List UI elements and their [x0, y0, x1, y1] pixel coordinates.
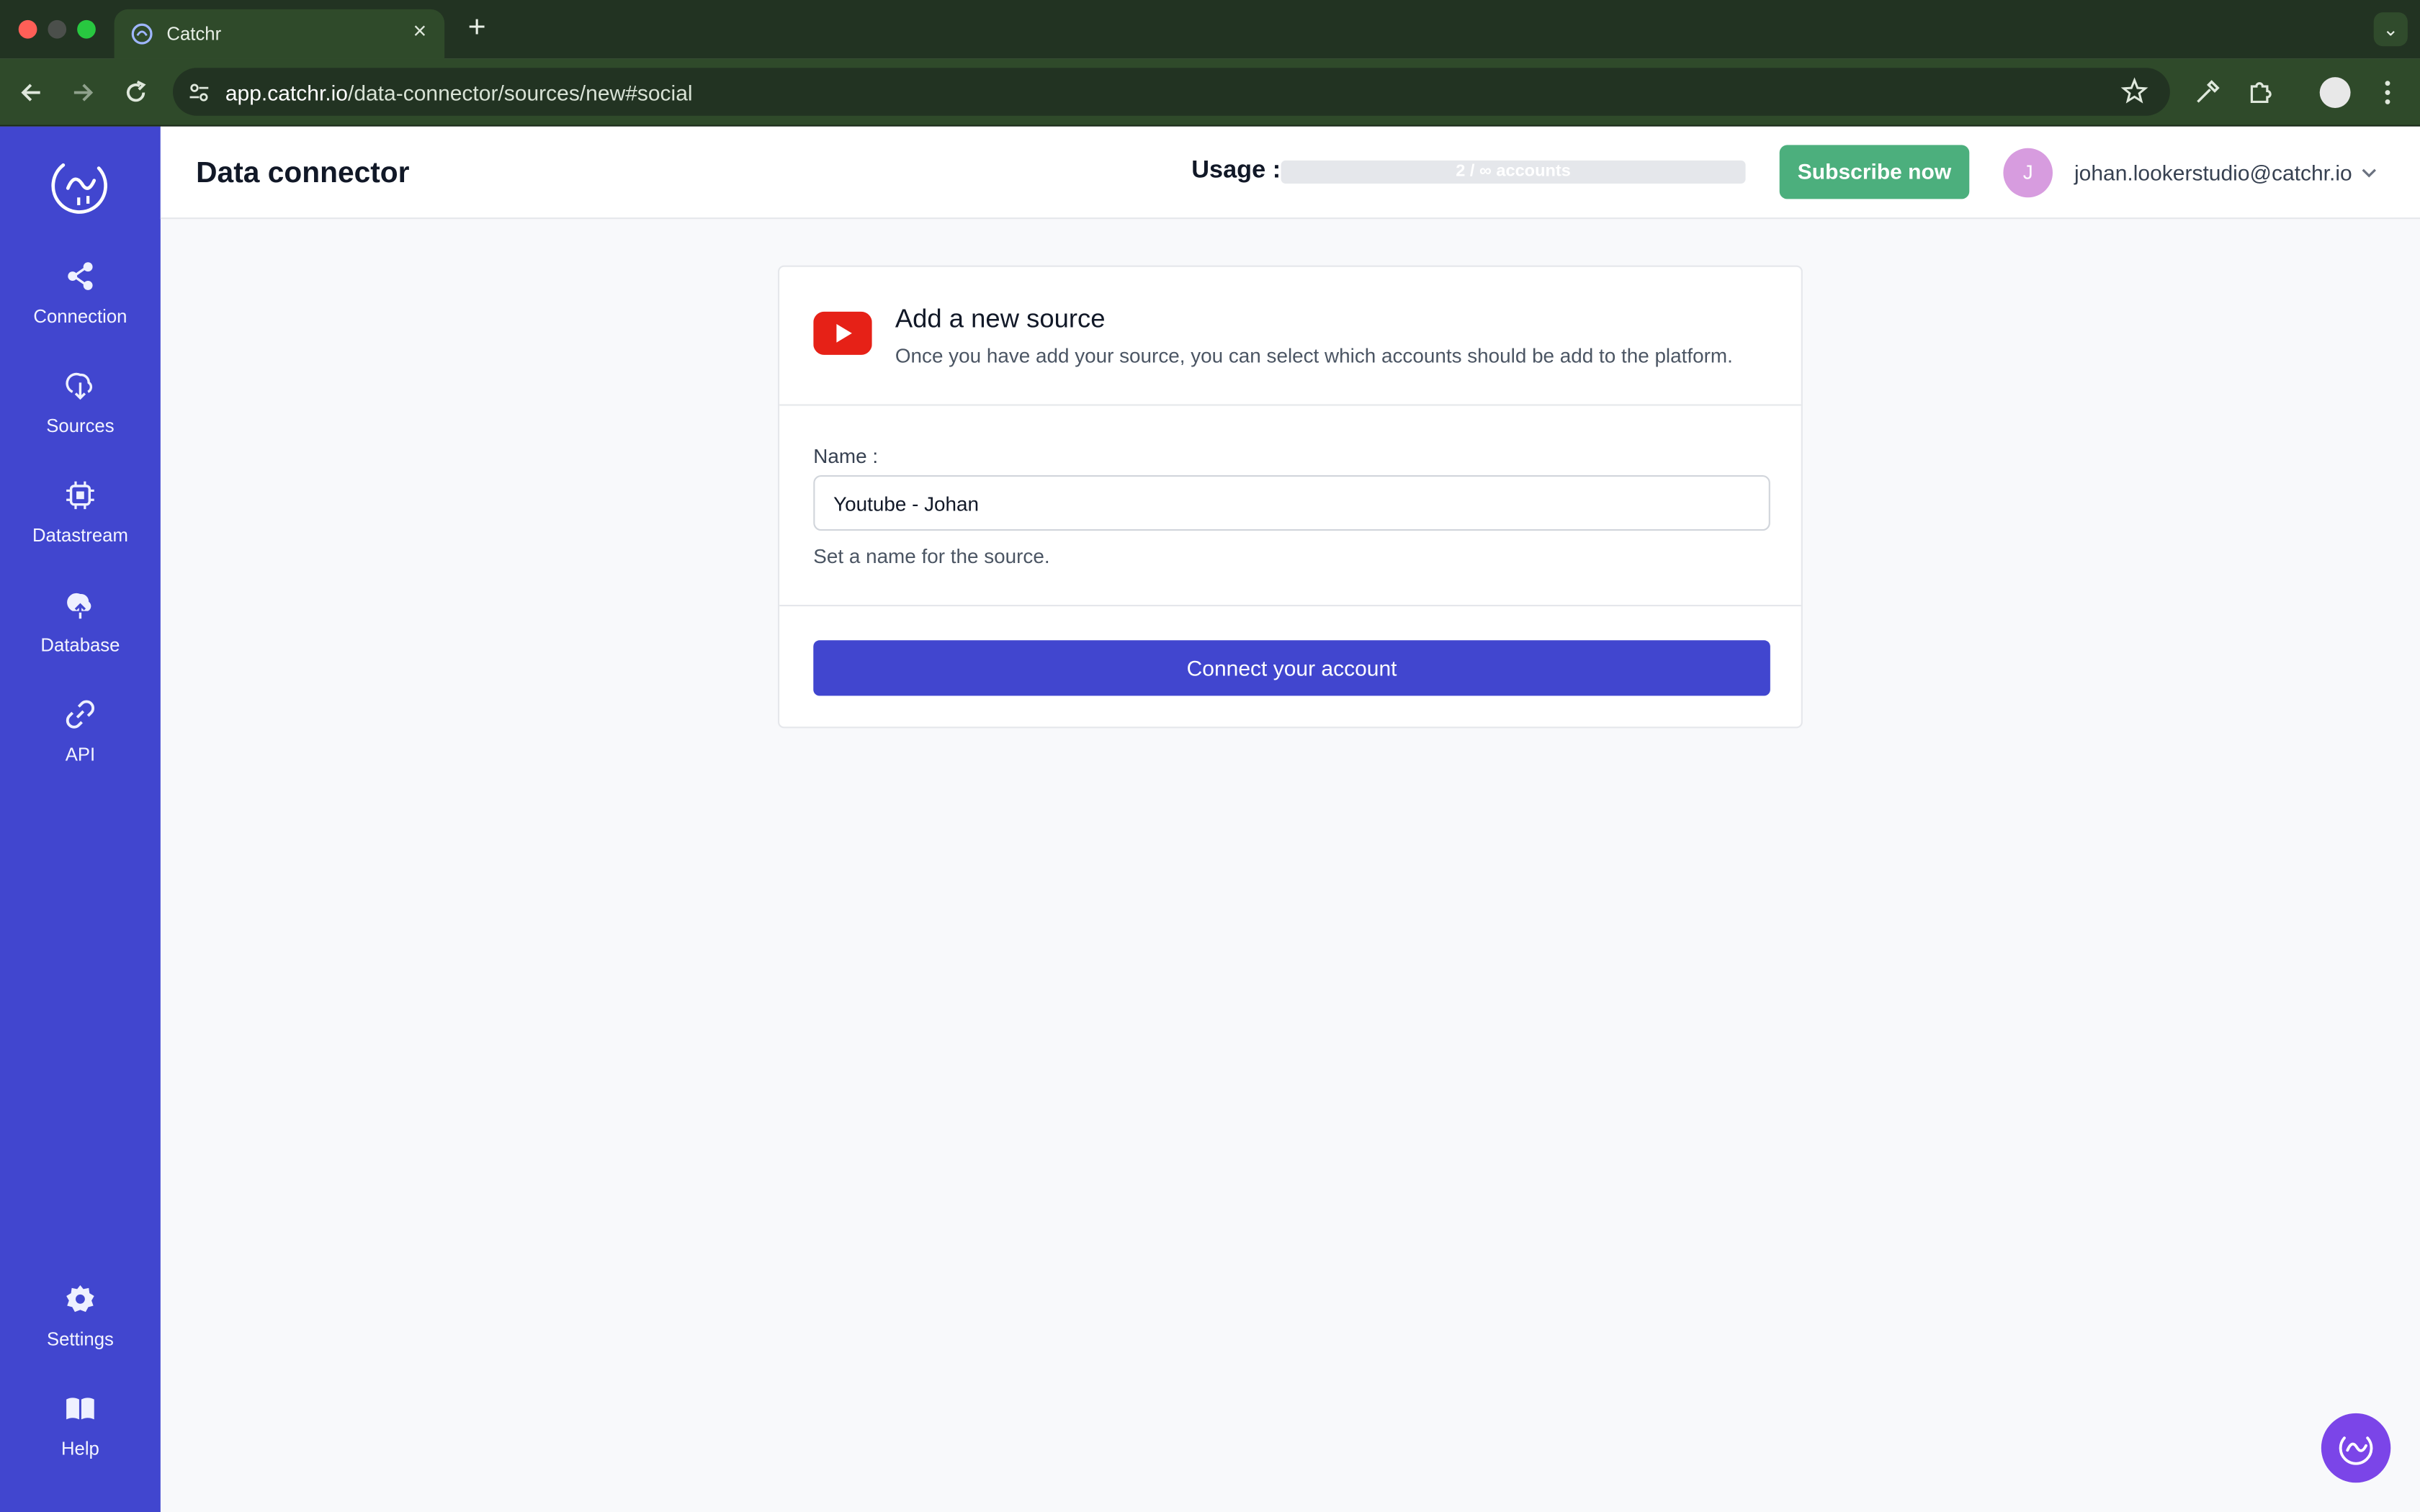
browser-menu-icon[interactable]	[2372, 77, 2403, 108]
maximize-window-button[interactable]	[77, 19, 96, 39]
sidebar-item-label: Sources	[46, 415, 115, 437]
sidebar-item-settings[interactable]: Settings	[0, 1282, 161, 1375]
user-email[interactable]: johan.lookerstudio@catchr.io	[2074, 161, 2352, 185]
avatar[interactable]: J	[2003, 148, 2053, 198]
address-bar[interactable]: app.catchr.io/data-connector/sources/new…	[173, 68, 2170, 116]
sidebar-item-api[interactable]: API	[0, 698, 161, 791]
sidebar-item-label: API	[65, 743, 96, 765]
profile-avatar-icon[interactable]	[2319, 77, 2351, 108]
add-source-card: Add a new source Once you have add your …	[778, 265, 1803, 729]
link-icon	[66, 700, 95, 729]
sidebar-item-label: Help	[60, 1438, 99, 1460]
chevron-down-icon[interactable]	[2360, 163, 2378, 182]
forward-icon[interactable]	[68, 77, 99, 108]
card-divider	[779, 605, 1801, 607]
browser-tab-catchr[interactable]: Catchr ×	[114, 9, 445, 59]
usage-text: 2 / ∞ accounts	[1456, 162, 1571, 181]
sidebar-item-sources[interactable]: Sources	[0, 369, 161, 462]
browser-tab-strip: Catchr × + ⌄	[0, 0, 2420, 59]
youtube-icon	[813, 311, 872, 355]
card-divider	[779, 404, 1801, 406]
sidebar-item-label: Datastream	[32, 524, 128, 546]
cloud-upload-icon	[67, 593, 91, 619]
gear-icon	[66, 1285, 94, 1313]
sidebar-item-label: Settings	[46, 1328, 114, 1350]
browser-toolbar: app.catchr.io/data-connector/sources/new…	[0, 58, 2420, 127]
cloud-download-icon	[66, 372, 93, 400]
sidebar-item-label: Database	[40, 634, 120, 656]
name-field-label: Name :	[813, 444, 879, 468]
minimize-window-button[interactable]	[48, 19, 67, 39]
sidebar-item-datastream[interactable]: Datastream	[0, 478, 161, 571]
eyedropper-extension-icon[interactable]	[2192, 77, 2223, 108]
app-sidebar: Connection Sources Datastream Database A…	[0, 126, 161, 1512]
usage-label: Usage :	[1191, 157, 1281, 184]
share-icon	[68, 262, 93, 290]
tab-title: Catchr	[166, 23, 222, 45]
app-header: Data connector Usage : 2 / ∞ accounts Su…	[160, 126, 2420, 220]
reload-icon[interactable]	[120, 77, 151, 108]
site-settings-icon[interactable]	[187, 80, 211, 104]
chip-icon	[66, 481, 94, 510]
name-help-text: Set a name for the source.	[813, 544, 1050, 568]
card-title: Add a new source	[895, 304, 1106, 333]
bookmark-star-icon[interactable]	[2120, 77, 2148, 105]
tab-search-button[interactable]: ⌄	[2373, 12, 2408, 47]
page-title: Data connector	[196, 157, 410, 190]
usage-progress-bar: 2 / ∞ accounts	[1281, 160, 1746, 184]
catchr-chat-icon	[2339, 1436, 2373, 1465]
close-window-button[interactable]	[18, 19, 37, 39]
source-name-input[interactable]	[813, 475, 1770, 531]
sidebar-item-label: Connection	[33, 305, 127, 328]
chat-support-button[interactable]	[2321, 1413, 2391, 1483]
sidebar-item-help[interactable]: Help	[0, 1392, 161, 1485]
close-tab-icon[interactable]: ×	[408, 19, 432, 45]
connect-account-button[interactable]: Connect your account	[813, 640, 1770, 696]
url-host: app.catchr.io	[225, 79, 348, 104]
catchr-favicon-icon	[131, 23, 153, 45]
book-icon	[66, 1398, 94, 1420]
sidebar-item-database[interactable]: Database	[0, 588, 161, 680]
new-tab-button[interactable]: +	[463, 12, 491, 43]
url-path: /data-connector/sources/new#social	[347, 79, 693, 104]
back-icon[interactable]	[15, 77, 46, 108]
card-subtitle: Once you have add your source, you can s…	[895, 343, 1733, 367]
catchr-logo-icon[interactable]	[48, 153, 112, 217]
subscribe-button[interactable]: Subscribe now	[1779, 145, 1970, 199]
sidebar-item-connection[interactable]: Connection	[0, 259, 161, 352]
extensions-puzzle-icon[interactable]	[2244, 77, 2275, 108]
